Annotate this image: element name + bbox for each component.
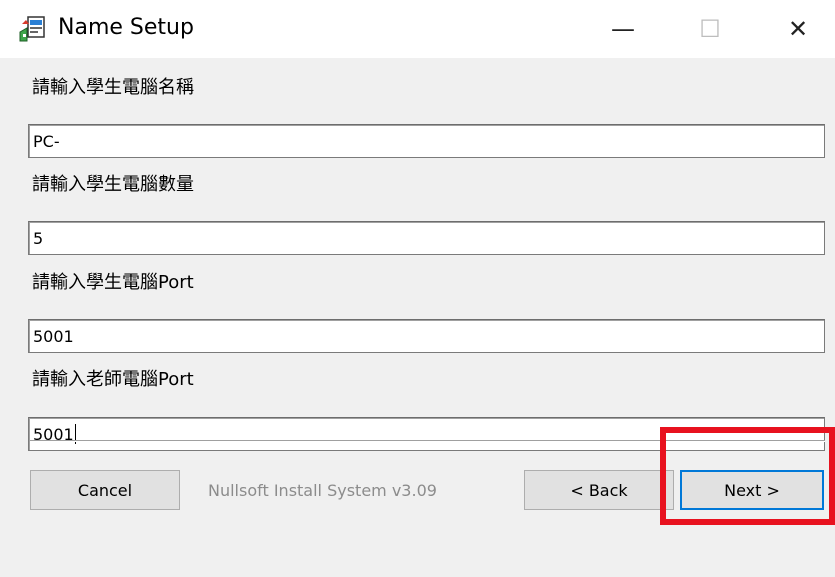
student-pc-count-value: 5 [33,229,44,248]
maximize-icon: ☐ [699,15,721,43]
window-title: Name Setup [58,15,194,40]
student-pc-port-label: 請輸入學生電腦Port [32,272,194,293]
cancel-button[interactable]: Cancel [30,470,180,510]
installer-app-icon [19,16,45,42]
student-pc-name-label: 請輸入學生電腦名稱 [32,77,194,98]
footer-separator [30,440,825,442]
student-pc-port-input[interactable]: 5001 [28,319,825,353]
minimize-icon: — [611,15,635,43]
installer-window: Name Setup — ☐ ✕ 請輸入學生電腦名稱 PC- 請輸入學生電腦數量… [0,0,835,577]
student-pc-count-input[interactable]: 5 [28,221,825,255]
next-button[interactable]: Next > [680,470,824,510]
title-bar[interactable]: Name Setup — ☐ ✕ [0,0,835,58]
close-icon: ✕ [787,15,809,43]
teacher-pc-port-label: 請輸入老師電腦Port [32,369,194,390]
student-pc-port-value: 5001 [33,327,74,346]
student-pc-count-label: 請輸入學生電腦數量 [32,174,194,195]
back-button[interactable]: < Back [524,470,674,510]
close-button[interactable]: ✕ [768,6,828,52]
student-pc-name-input[interactable]: PC- [28,124,825,158]
teacher-pc-port-input[interactable]: 5001 [28,417,825,451]
maximize-button[interactable]: ☐ [680,6,740,52]
student-pc-name-value: PC- [33,132,60,151]
minimize-button[interactable]: — [593,6,653,52]
nsis-branding-text: Nullsoft Install System v3.09 [208,481,437,500]
